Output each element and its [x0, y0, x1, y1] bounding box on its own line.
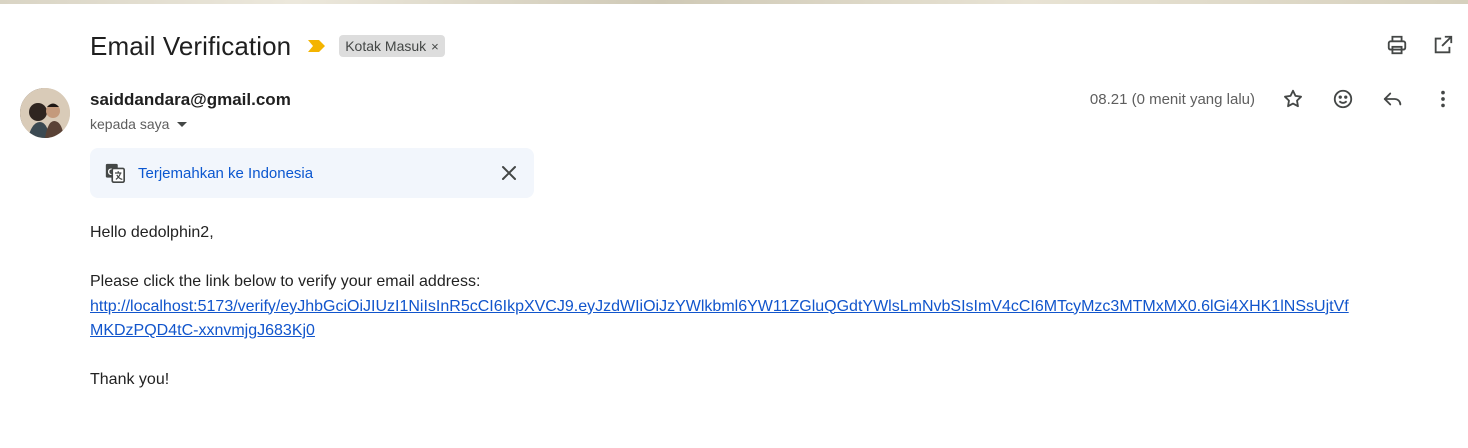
label-chip-inbox: Kotak Masuk ×	[339, 35, 445, 57]
message-actions	[1282, 88, 1454, 110]
reply-icon[interactable]	[1382, 88, 1404, 110]
recipient-label: kepada saya	[90, 116, 170, 132]
subject-row: Email Verification Kotak Masuk ×	[90, 28, 445, 64]
star-icon[interactable]	[1282, 88, 1304, 110]
open-in-new-window-icon[interactable]	[1432, 34, 1454, 56]
translate-icon: G	[104, 162, 126, 184]
importance-marker-icon[interactable]	[307, 39, 327, 53]
instruction-text: Please click the link below to verify yo…	[90, 273, 481, 290]
print-icon[interactable]	[1386, 34, 1408, 56]
more-vertical-icon[interactable]	[1432, 88, 1454, 110]
translate-link[interactable]: Terjemahkan ke Indonesia	[138, 165, 313, 182]
emoji-reaction-icon[interactable]	[1332, 88, 1354, 110]
sender-email[interactable]: saiddandara@gmail.com	[90, 90, 291, 110]
verify-link[interactable]: http://localhost:5173/verify/eyJhbGciOiJ…	[90, 295, 1362, 344]
email-body: Hello dedolphin2, Please click the link …	[90, 221, 1370, 393]
translate-bar: G Terjemahkan ke Indonesia	[90, 148, 534, 198]
greeting-text: Hello dedolphin2,	[90, 224, 214, 241]
close-icon[interactable]	[498, 162, 520, 184]
label-chip-text: Kotak Masuk	[345, 38, 427, 54]
recipient-details-toggle[interactable]: kepada saya	[90, 116, 188, 132]
closing-text: Thank you!	[90, 371, 170, 388]
remove-label-button[interactable]: ×	[431, 39, 439, 54]
chevron-down-icon[interactable]	[177, 121, 188, 127]
avatar[interactable]	[20, 88, 70, 138]
timestamp: 08.21 (0 menit yang lalu)	[1089, 91, 1255, 108]
email-subject: Email Verification	[90, 30, 292, 61]
top-decorative-strip	[0, 0, 1468, 4]
thread-actions	[1386, 34, 1454, 56]
